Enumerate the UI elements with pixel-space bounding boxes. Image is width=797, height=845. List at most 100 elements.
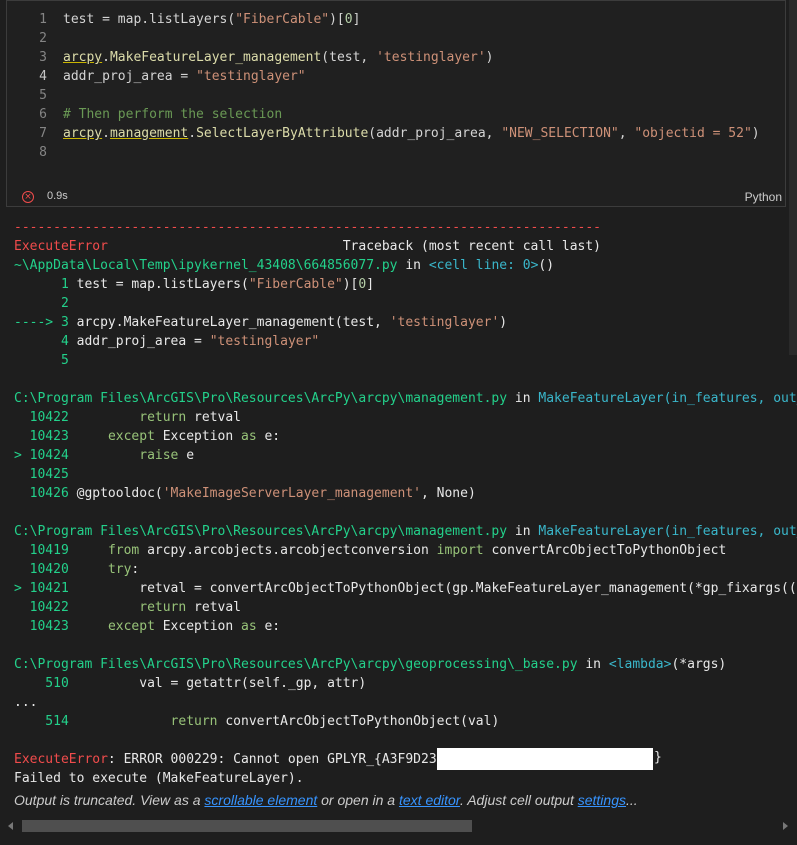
output-token: 10423 [14, 619, 77, 634]
output-line: C:\Program Files\ArcGIS\Pro\Resources\Ar… [14, 522, 797, 541]
output-token: val = getattr(self._gp, attr) [76, 676, 367, 691]
output-token[interactable]: C:\Program Files\ArcGIS\Pro\Resources\Ar… [14, 524, 507, 539]
code-token: . [102, 50, 110, 65]
output-token: 510 [14, 676, 77, 691]
output-token: 10426 [14, 486, 77, 501]
output-line: > 10424 raise e [14, 446, 194, 465]
scrollable-element-link[interactable]: scrollable element [204, 792, 317, 808]
line-number: 7 [39, 126, 47, 141]
output-token: 2 [14, 296, 69, 311]
output-line: ----> 3 arcpy.MakeFeatureLayer_managemen… [14, 313, 507, 332]
code-line[interactable]: 2 [7, 29, 785, 48]
code-token: . [188, 126, 197, 141]
output-token: 1 [14, 277, 77, 292]
output-token: arcpy.MakeFeatureLayer_management(test, [76, 315, 390, 330]
output-token: 10423 [14, 429, 77, 444]
horizontal-scrollbar-thumb[interactable] [22, 820, 472, 832]
output-token: from [107, 543, 140, 558]
code-line[interactable]: 6 # Then perform the selection [7, 105, 785, 124]
output-token: : ERROR 000229: Cannot open GPLYR_{A3F9D… [107, 752, 445, 767]
output-token: ... [14, 695, 38, 710]
code-token: ) [485, 50, 494, 65]
truncated-prefix: Output is truncated. View as a [14, 792, 205, 808]
horizontal-scrollbar[interactable] [8, 820, 788, 832]
output-token: Failed to execute (MakeFeatureLayer). [14, 771, 304, 786]
output-token: convertArcObjectToPythonObject(val) [217, 714, 500, 729]
output-token: 10419 [14, 543, 77, 558]
output-token[interactable]: ~\AppData\Local\Temp\ipykernel_43408\664… [14, 258, 398, 273]
code-token: ) [751, 126, 760, 141]
code-token: "FiberCable" [235, 12, 330, 27]
output-token [77, 410, 140, 425]
output-line: 10423 except Exception as e: [14, 617, 281, 636]
code-token: arcpy [63, 50, 103, 65]
output-token[interactable]: C:\Program Files\ArcGIS\Pro\Resources\Ar… [14, 391, 507, 406]
output-line: ExecuteError Traceback (most recent call… [14, 237, 601, 256]
output-token: ----------------------------------------… [14, 220, 601, 235]
scroll-right-arrow-icon[interactable] [783, 822, 788, 830]
output-token[interactable]: MakeFeatureLayer(in_features, out_ [538, 391, 797, 406]
closing-brace: } [654, 750, 662, 765]
output-token: , None) [421, 486, 476, 501]
vertical-scrollbar-thumb[interactable] [789, 0, 797, 355]
output-token: convertArcObjectToPythonObject [483, 543, 727, 558]
output-line: 2 [14, 294, 69, 313]
output-line: C:\Program Files\ArcGIS\Pro\Resources\Ar… [14, 389, 797, 408]
code-line[interactable]: 1 test = map.listLayers("FiberCable")[0] [7, 10, 785, 29]
output-token[interactable]: <cell line: 0> [429, 258, 539, 273]
output-token: () [538, 258, 555, 273]
code-token: "testinglayer" [196, 69, 306, 84]
code-line[interactable]: 4 addr_proj_area = "testinglayer" [7, 67, 785, 86]
output-token: return [170, 714, 218, 729]
code-line[interactable]: 7 arcpy.management.SelectLayerByAttribute… [7, 124, 785, 143]
error-circle-icon[interactable]: × [22, 191, 34, 203]
output-token: Traceback (most recent call last) [107, 239, 602, 254]
code-token: management [109, 126, 189, 141]
output-token: 10425 [14, 467, 69, 482]
output-token[interactable]: C:\Program Files\ArcGIS\Pro\Resources\Ar… [14, 657, 578, 672]
output-token: > 10424 [14, 448, 77, 463]
output-token[interactable]: MakeFeatureLayer(in_features, out_ [538, 524, 797, 539]
code-text: test = map.listLayers("FiberCable")[0] [63, 10, 360, 29]
output-line: ~\AppData\Local\Temp\ipykernel_43408\664… [14, 256, 554, 275]
cell-language-label[interactable]: Python [745, 190, 782, 204]
output-token: in [507, 391, 539, 406]
output-token: : [131, 562, 140, 577]
output-token: addr_proj_area = [76, 334, 210, 349]
output-token [77, 448, 140, 463]
output-line: ----------------------------------------… [14, 218, 601, 237]
output-token [77, 714, 171, 729]
output-token: retval = convertArcObjectToPythonObject(… [76, 581, 797, 596]
code-token: "NEW_SELECTION" [501, 126, 619, 141]
code-line[interactable]: 8 [7, 143, 785, 162]
output-line: > 10421 retval = convertArcObjectToPytho… [14, 579, 797, 598]
code-token: , [618, 126, 635, 141]
output-token: in [397, 258, 429, 273]
execution-time: 0.9s [47, 190, 68, 202]
scroll-left-arrow-icon[interactable] [8, 822, 13, 830]
code-cell[interactable]: 1 test = map.listLayers("FiberCable")[0] 2… [6, 0, 786, 207]
output-token [77, 543, 108, 558]
output-token: (*args) [671, 657, 727, 672]
code-token: arcpy [63, 126, 103, 141]
output-token[interactable]: <lambda> [609, 657, 672, 672]
output-token [77, 600, 140, 615]
output-token [77, 619, 108, 634]
output-token: 10422 [14, 600, 77, 615]
code-text: arcpy.MakeFeatureLayer_management(test, … [63, 48, 494, 67]
output-token: e: [256, 619, 281, 634]
output-line: 10420 try: [14, 560, 140, 579]
settings-link[interactable]: settings [578, 792, 626, 808]
output-token: in [577, 657, 609, 672]
output-token: ] [366, 277, 375, 292]
code-line[interactable]: 3 arcpy.MakeFeatureLayer_management(test,… [7, 48, 785, 67]
output-token: "testinglayer" [209, 334, 320, 349]
output-token: raise [139, 448, 179, 463]
output-line: C:\Program Files\ArcGIS\Pro\Resources\Ar… [14, 655, 726, 674]
output-token: 5 [14, 353, 69, 368]
output-token: ExecuteError [14, 752, 108, 767]
text-editor-link[interactable]: text editor [399, 792, 460, 808]
output-line: 10422 return retval [14, 598, 241, 617]
code-line[interactable]: 5 [7, 86, 785, 105]
code-token: )[ [329, 12, 345, 27]
